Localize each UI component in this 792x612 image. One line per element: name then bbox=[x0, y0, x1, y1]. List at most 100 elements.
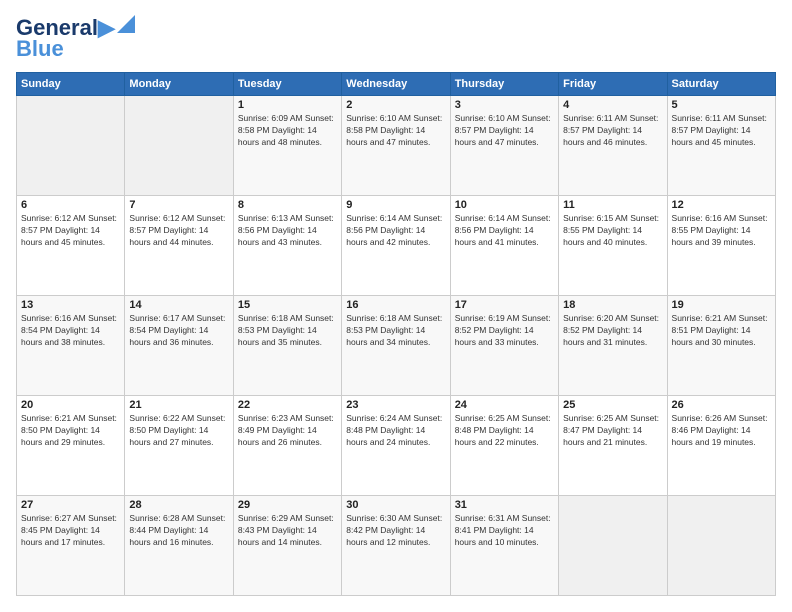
calendar-cell: 25Sunrise: 6:25 AM Sunset: 8:47 PM Dayli… bbox=[559, 396, 667, 496]
calendar-cell: 23 Sunrise: 6:24 AM Sunset: 8:48 PM Dayli… bbox=[342, 396, 450, 496]
day-header-tuesday: Tuesday bbox=[233, 73, 341, 96]
day-info: Sunrise: 6:23 AM Sunset: 8:49 PM Dayligh… bbox=[238, 413, 337, 449]
day-number: 18 bbox=[563, 299, 662, 311]
day-info: Sunrise: 6:11 AM Sunset: 8:57 PM Dayligh… bbox=[563, 113, 662, 149]
day-number: 26 bbox=[672, 399, 771, 411]
calendar-cell: 30 Sunrise: 6:30 AM Sunset: 8:42 PM Dayli… bbox=[342, 496, 450, 596]
day-number: 6 bbox=[21, 199, 120, 211]
day-number: 22 bbox=[238, 399, 337, 411]
day-info: Sunrise: 6:26 AM Sunset: 8:46 PM Dayligh… bbox=[672, 413, 771, 449]
day-info: Sunrise: 6:13 AM Sunset: 8:56 PM Dayligh… bbox=[238, 213, 337, 249]
calendar-cell: 21 Sunrise: 6:22 AM Sunset: 8:50 PM Dayli… bbox=[125, 396, 233, 496]
day-info: Sunrise: 6:30 AM Sunset: 8:42 PM Dayligh… bbox=[346, 513, 445, 549]
day-info: Sunrise: 6:28 AM Sunset: 8:44 PM Dayligh… bbox=[129, 513, 228, 549]
day-number: 9 bbox=[346, 199, 445, 211]
week-row-1: 1 Sunrise: 6:09 AM Sunset: 8:58 PM Daylig… bbox=[17, 96, 776, 196]
day-number: 29 bbox=[238, 499, 337, 511]
calendar-cell: 19 Sunrise: 6:21 AM Sunset: 8:51 PM Dayli… bbox=[667, 296, 775, 396]
calendar-cell: 14 Sunrise: 6:17 AM Sunset: 8:54 PM Dayli… bbox=[125, 296, 233, 396]
day-number: 27 bbox=[21, 499, 120, 511]
calendar-cell: 28 Sunrise: 6:28 AM Sunset: 8:44 PM Dayli… bbox=[125, 496, 233, 596]
calendar-cell: 24 Sunrise: 6:25 AM Sunset: 8:48 PM Dayli… bbox=[450, 396, 558, 496]
day-header-wednesday: Wednesday bbox=[342, 73, 450, 96]
week-row-2: 6 Sunrise: 6:12 AM Sunset: 8:57 PM Daylig… bbox=[17, 196, 776, 296]
day-number: 23 bbox=[346, 399, 445, 411]
calendar: SundayMondayTuesdayWednesdayThursdayFrid… bbox=[16, 72, 776, 596]
day-number: 13 bbox=[21, 299, 120, 311]
calendar-cell: 9 Sunrise: 6:14 AM Sunset: 8:56 PM Daylig… bbox=[342, 196, 450, 296]
calendar-cell: 8 Sunrise: 6:13 AM Sunset: 8:56 PM Daylig… bbox=[233, 196, 341, 296]
day-number: 3 bbox=[455, 99, 554, 111]
day-number: 8 bbox=[238, 199, 337, 211]
day-info: Sunrise: 6:18 AM Sunset: 8:53 PM Dayligh… bbox=[346, 313, 445, 349]
day-info: Sunrise: 6:22 AM Sunset: 8:50 PM Dayligh… bbox=[129, 413, 228, 449]
day-number: 4 bbox=[563, 99, 662, 111]
day-info: Sunrise: 6:21 AM Sunset: 8:51 PM Dayligh… bbox=[672, 313, 771, 349]
day-number: 17 bbox=[455, 299, 554, 311]
calendar-cell: 13 Sunrise: 6:16 AM Sunset: 8:54 PM Dayli… bbox=[17, 296, 125, 396]
calendar-cell: 4 Sunrise: 6:11 AM Sunset: 8:57 PM Daylig… bbox=[559, 96, 667, 196]
day-info: Sunrise: 6:14 AM Sunset: 8:56 PM Dayligh… bbox=[346, 213, 445, 249]
week-row-5: 27 Sunrise: 6:27 AM Sunset: 8:45 PM Dayli… bbox=[17, 496, 776, 596]
day-info: Sunrise: 6:31 AM Sunset: 8:41 PM Dayligh… bbox=[455, 513, 554, 549]
calendar-cell: 5Sunrise: 6:11 AM Sunset: 8:57 PM Daylig… bbox=[667, 96, 775, 196]
day-info: Sunrise: 6:21 AM Sunset: 8:50 PM Dayligh… bbox=[21, 413, 120, 449]
day-header-monday: Monday bbox=[125, 73, 233, 96]
day-number: 2 bbox=[346, 99, 445, 111]
logo-icon bbox=[117, 15, 135, 33]
day-info: Sunrise: 6:24 AM Sunset: 8:48 PM Dayligh… bbox=[346, 413, 445, 449]
day-info: Sunrise: 6:19 AM Sunset: 8:52 PM Dayligh… bbox=[455, 313, 554, 349]
day-info: Sunrise: 6:09 AM Sunset: 8:58 PM Dayligh… bbox=[238, 113, 337, 149]
day-info: Sunrise: 6:16 AM Sunset: 8:54 PM Dayligh… bbox=[21, 313, 120, 349]
day-number: 1 bbox=[238, 99, 337, 111]
day-number: 28 bbox=[129, 499, 228, 511]
day-info: Sunrise: 6:25 AM Sunset: 8:48 PM Dayligh… bbox=[455, 413, 554, 449]
logo-blue: ▶ bbox=[98, 15, 115, 40]
calendar-cell: 7 Sunrise: 6:12 AM Sunset: 8:57 PM Daylig… bbox=[125, 196, 233, 296]
calendar-cell: 10 Sunrise: 6:14 AM Sunset: 8:56 PM Dayli… bbox=[450, 196, 558, 296]
day-info: Sunrise: 6:17 AM Sunset: 8:54 PM Dayligh… bbox=[129, 313, 228, 349]
day-number: 7 bbox=[129, 199, 228, 211]
day-number: 10 bbox=[455, 199, 554, 211]
header: General▶ Blue bbox=[16, 16, 776, 62]
calendar-cell: 29 Sunrise: 6:29 AM Sunset: 8:43 PM Dayli… bbox=[233, 496, 341, 596]
week-row-4: 20 Sunrise: 6:21 AM Sunset: 8:50 PM Dayli… bbox=[17, 396, 776, 496]
calendar-cell: 27 Sunrise: 6:27 AM Sunset: 8:45 PM Dayli… bbox=[17, 496, 125, 596]
day-number: 11 bbox=[563, 199, 662, 211]
week-row-3: 13 Sunrise: 6:16 AM Sunset: 8:54 PM Dayli… bbox=[17, 296, 776, 396]
day-number: 25 bbox=[563, 399, 662, 411]
day-info: Sunrise: 6:15 AM Sunset: 8:55 PM Dayligh… bbox=[563, 213, 662, 249]
calendar-cell: 1 Sunrise: 6:09 AM Sunset: 8:58 PM Daylig… bbox=[233, 96, 341, 196]
day-header-sunday: Sunday bbox=[17, 73, 125, 96]
day-number: 5 bbox=[672, 99, 771, 111]
calendar-cell: 2 Sunrise: 6:10 AM Sunset: 8:58 PM Daylig… bbox=[342, 96, 450, 196]
calendar-cell: 3Sunrise: 6:10 AM Sunset: 8:57 PM Daylig… bbox=[450, 96, 558, 196]
calendar-cell: 17 Sunrise: 6:19 AM Sunset: 8:52 PM Dayli… bbox=[450, 296, 558, 396]
day-info: Sunrise: 6:16 AM Sunset: 8:55 PM Dayligh… bbox=[672, 213, 771, 249]
day-info: Sunrise: 6:27 AM Sunset: 8:45 PM Dayligh… bbox=[21, 513, 120, 549]
calendar-cell: 6Sunrise: 6:12 AM Sunset: 8:57 PM Daylig… bbox=[17, 196, 125, 296]
calendar-cell bbox=[17, 96, 125, 196]
day-number: 30 bbox=[346, 499, 445, 511]
calendar-cell: 31 Sunrise: 6:31 AM Sunset: 8:41 PM Dayli… bbox=[450, 496, 558, 596]
day-number: 20 bbox=[21, 399, 120, 411]
calendar-cell: 22 Sunrise: 6:23 AM Sunset: 8:49 PM Dayli… bbox=[233, 396, 341, 496]
day-header-thursday: Thursday bbox=[450, 73, 558, 96]
page: General▶ Blue SundayMondayTuesdayWednesd… bbox=[0, 0, 792, 612]
day-header-saturday: Saturday bbox=[667, 73, 775, 96]
day-number: 19 bbox=[672, 299, 771, 311]
day-info: Sunrise: 6:14 AM Sunset: 8:56 PM Dayligh… bbox=[455, 213, 554, 249]
day-info: Sunrise: 6:10 AM Sunset: 8:58 PM Dayligh… bbox=[346, 113, 445, 149]
day-number: 15 bbox=[238, 299, 337, 311]
day-info: Sunrise: 6:29 AM Sunset: 8:43 PM Dayligh… bbox=[238, 513, 337, 549]
day-number: 24 bbox=[455, 399, 554, 411]
day-number: 21 bbox=[129, 399, 228, 411]
day-number: 12 bbox=[672, 199, 771, 211]
day-info: Sunrise: 6:20 AM Sunset: 8:52 PM Dayligh… bbox=[563, 313, 662, 349]
day-number: 31 bbox=[455, 499, 554, 511]
day-number: 16 bbox=[346, 299, 445, 311]
logo: General▶ Blue bbox=[16, 16, 135, 62]
calendar-cell: 12 Sunrise: 6:16 AM Sunset: 8:55 PM Dayli… bbox=[667, 196, 775, 296]
day-number: 14 bbox=[129, 299, 228, 311]
day-info: Sunrise: 6:12 AM Sunset: 8:57 PM Dayligh… bbox=[129, 213, 228, 249]
